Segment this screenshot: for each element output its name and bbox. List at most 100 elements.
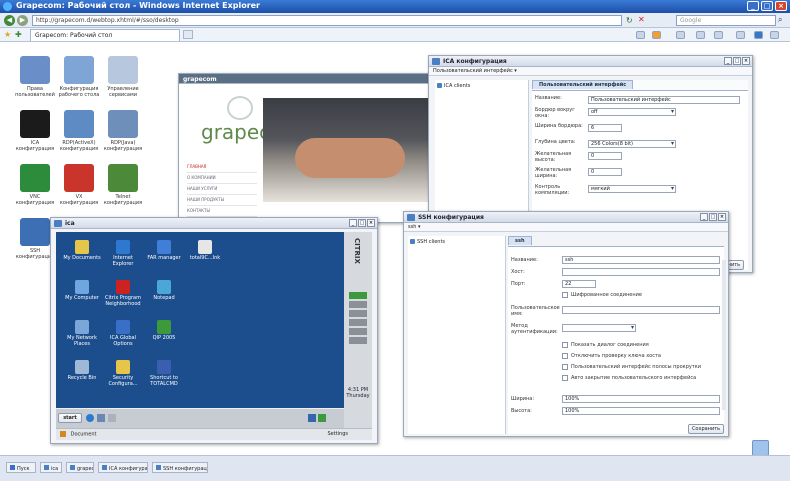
search-icon[interactable]: ⌕ <box>778 15 782 25</box>
desktop-shortcut[interactable]: RDP(Java) конфигурация <box>100 110 146 152</box>
citrix-tool-2-icon[interactable] <box>349 301 367 308</box>
site-nav-item[interactable]: НАШИ УСЛУГИ <box>187 184 257 195</box>
help-icon[interactable] <box>754 31 763 39</box>
remote-desktop-shortcut[interactable]: total9C...lnk <box>185 240 225 261</box>
remote-desktop-shortcut[interactable]: Recycle Bin <box>62 360 102 381</box>
site-nav-item[interactable]: КОНТАКТЫ <box>187 206 257 217</box>
close-button[interactable]: × <box>775 1 787 11</box>
ssh-height-input[interactable]: 100% <box>562 407 720 415</box>
ica-field-input[interactable]: мягкий <box>588 185 676 193</box>
session-min-button[interactable]: _ <box>349 219 357 227</box>
ssh-port-input[interactable]: 22 <box>562 280 596 288</box>
remote-desktop-shortcut[interactable]: Citrix Program Neighborhood <box>103 280 143 307</box>
home-icon[interactable] <box>636 31 645 39</box>
ica-field-input[interactable]: 256 Colors(8 bit) <box>588 140 676 148</box>
ssh-tree-item[interactable]: SSH clients <box>410 239 503 246</box>
citrix-tool-6-icon[interactable] <box>349 337 367 344</box>
webtop-start-button[interactable]: Пуск <box>6 462 36 473</box>
ssh-option-checkbox[interactable] <box>562 375 568 381</box>
remote-desktop-shortcut[interactable]: Security Configura... <box>103 360 143 387</box>
session-close-button[interactable]: × <box>367 219 375 227</box>
ica-field-input[interactable]: 0 <box>588 168 622 176</box>
taskbar-window-button[interactable]: grapecom <box>66 462 94 473</box>
search-input[interactable]: Google <box>676 15 776 26</box>
ssh-option-checkbox[interactable] <box>562 364 568 370</box>
desktop-shortcut[interactable]: Управление сервисами <box>100 56 146 98</box>
citrix-tool-5-icon[interactable] <box>349 328 367 335</box>
remote-desktop-shortcut[interactable]: My Documents <box>62 240 102 261</box>
desktop-shortcut[interactable]: Права пользователей <box>12 56 58 98</box>
ica-field-input[interactable]: 6 <box>588 124 622 132</box>
ssh-user-input[interactable] <box>562 306 720 314</box>
remote-desktop-shortcut[interactable]: My Computer <box>62 280 102 301</box>
ica-field-input[interactable]: off <box>588 108 676 116</box>
ica-config-title-bar[interactable]: ICA конфигурация _ □ × <box>429 56 752 67</box>
ssh-config-menu[interactable]: ssh ▾ <box>404 223 728 232</box>
site-nav-item[interactable]: О КОМПАНИИ <box>187 173 257 184</box>
ssh-config-title-bar[interactable]: SSH конфигурация _ □ × <box>404 212 728 223</box>
print-icon[interactable] <box>676 31 685 39</box>
refresh-icon[interactable]: ↻ <box>626 16 635 25</box>
tab-user-interface[interactable]: Пользовательский интерфейс <box>532 80 634 89</box>
tray-volume-icon[interactable] <box>308 414 316 422</box>
browser-tab[interactable]: Grapecom: Рабочий стол <box>30 29 180 41</box>
ssh-save-button[interactable]: Сохранить <box>688 424 724 434</box>
ica-tree-item[interactable]: ICA clients <box>437 83 526 90</box>
ssh-auth-select[interactable] <box>562 324 636 332</box>
site-nav-item[interactable]: ГЛАВНАЯ <box>187 162 257 173</box>
ssh-min-button[interactable]: _ <box>700 213 708 221</box>
address-input[interactable]: http://grapecom.d/webtop.xhtml/#/sso/des… <box>32 15 622 26</box>
session-max-button[interactable]: □ <box>358 219 366 227</box>
citrix-tool-4-icon[interactable] <box>349 319 367 326</box>
remote-desktop-shortcut[interactable]: Notepad <box>144 280 184 301</box>
stop-icon[interactable]: ✕ <box>638 15 647 24</box>
quicklaunch-desktop-icon[interactable] <box>97 414 105 422</box>
desktop-shortcut[interactable]: RDP(ActiveX) конфигурация <box>56 110 102 152</box>
taskbar-window-button[interactable]: ica <box>40 462 62 473</box>
site-nav-item[interactable]: НАШИ ПРОДУКТЫ <box>187 195 257 206</box>
ica-session-window[interactable]: ica _ □ × My Documents Internet Explorer FAR… <box>50 217 378 444</box>
remote-desktop-shortcut[interactable]: Internet Explorer <box>103 240 143 267</box>
taskbar-window-button[interactable]: ICA конфигурация <box>98 462 148 473</box>
tray-network-icon[interactable] <box>318 414 326 422</box>
ica-session-title-bar[interactable]: ica _ □ × <box>51 218 377 229</box>
ssh-config-window[interactable]: SSH конфигурация _ □ × ssh ▾ SSH clients ss… <box>403 211 729 437</box>
safety-menu-icon[interactable] <box>714 31 723 39</box>
taskbar-window-button[interactable]: SSH конфигурация <box>152 462 208 473</box>
ica-field-input[interactable]: 0 <box>588 152 622 160</box>
desktop-shortcut[interactable]: VX конфигурация <box>56 164 102 206</box>
trash-icon[interactable] <box>752 440 769 456</box>
ssh-option-checkbox[interactable] <box>562 342 568 348</box>
tab-ssh[interactable]: ssh <box>508 236 532 245</box>
quicklaunch-media-icon[interactable] <box>108 414 116 422</box>
ica-close-button[interactable]: × <box>742 57 750 65</box>
remote-start-button[interactable]: start <box>58 413 82 423</box>
desktop-shortcut[interactable]: Конфигурация рабочего стола <box>56 56 102 98</box>
feeds-icon[interactable] <box>652 31 661 39</box>
ssh-option-checkbox[interactable] <box>562 353 568 359</box>
ica-field-input[interactable]: Пользовательский интерфейс <box>588 96 740 104</box>
ica-config-menu[interactable]: Пользовательский интерфейс ▾ <box>429 67 752 76</box>
ssh-scrollbar[interactable] <box>722 260 726 410</box>
desktop-shortcut[interactable]: VNC конфигурация <box>12 164 58 206</box>
ssh-name-input[interactable]: ssh <box>562 256 720 264</box>
tools-menu-icon[interactable] <box>736 31 745 39</box>
desktop-shortcut[interactable]: ICA конфигурация <box>12 110 58 152</box>
desktop-shortcut[interactable]: Telnet конфигурация <box>100 164 146 206</box>
maximize-button[interactable]: □ <box>761 1 773 11</box>
ssh-max-button[interactable]: □ <box>709 213 717 221</box>
remote-desktop-shortcut[interactable]: FAR manager <box>144 240 184 261</box>
ssh-close-button[interactable]: × <box>718 213 726 221</box>
remote-desktop-shortcut[interactable]: QIP 2005 <box>144 320 184 341</box>
ssh-host-input[interactable] <box>562 268 720 276</box>
add-favorite-icon[interactable]: ✚ <box>15 30 22 39</box>
ica-min-button[interactable]: _ <box>724 57 732 65</box>
ssh-encrypted-checkbox[interactable] <box>562 292 568 298</box>
citrix-tool-3-icon[interactable] <box>349 310 367 317</box>
grapecom-window[interactable]: grapecom grapec ГЛАВНАЯ О КОМПАНИИ НАШИ УС… <box>178 73 437 223</box>
remote-desktop-shortcut[interactable]: My Network Places <box>62 320 102 347</box>
citrix-tool-1-icon[interactable] <box>349 292 367 299</box>
grapecom-title-bar[interactable]: grapecom <box>179 74 435 84</box>
remote-desktop-shortcut[interactable]: Shortcut to TOTALCMD <box>144 360 184 387</box>
ica-max-button[interactable]: □ <box>733 57 741 65</box>
